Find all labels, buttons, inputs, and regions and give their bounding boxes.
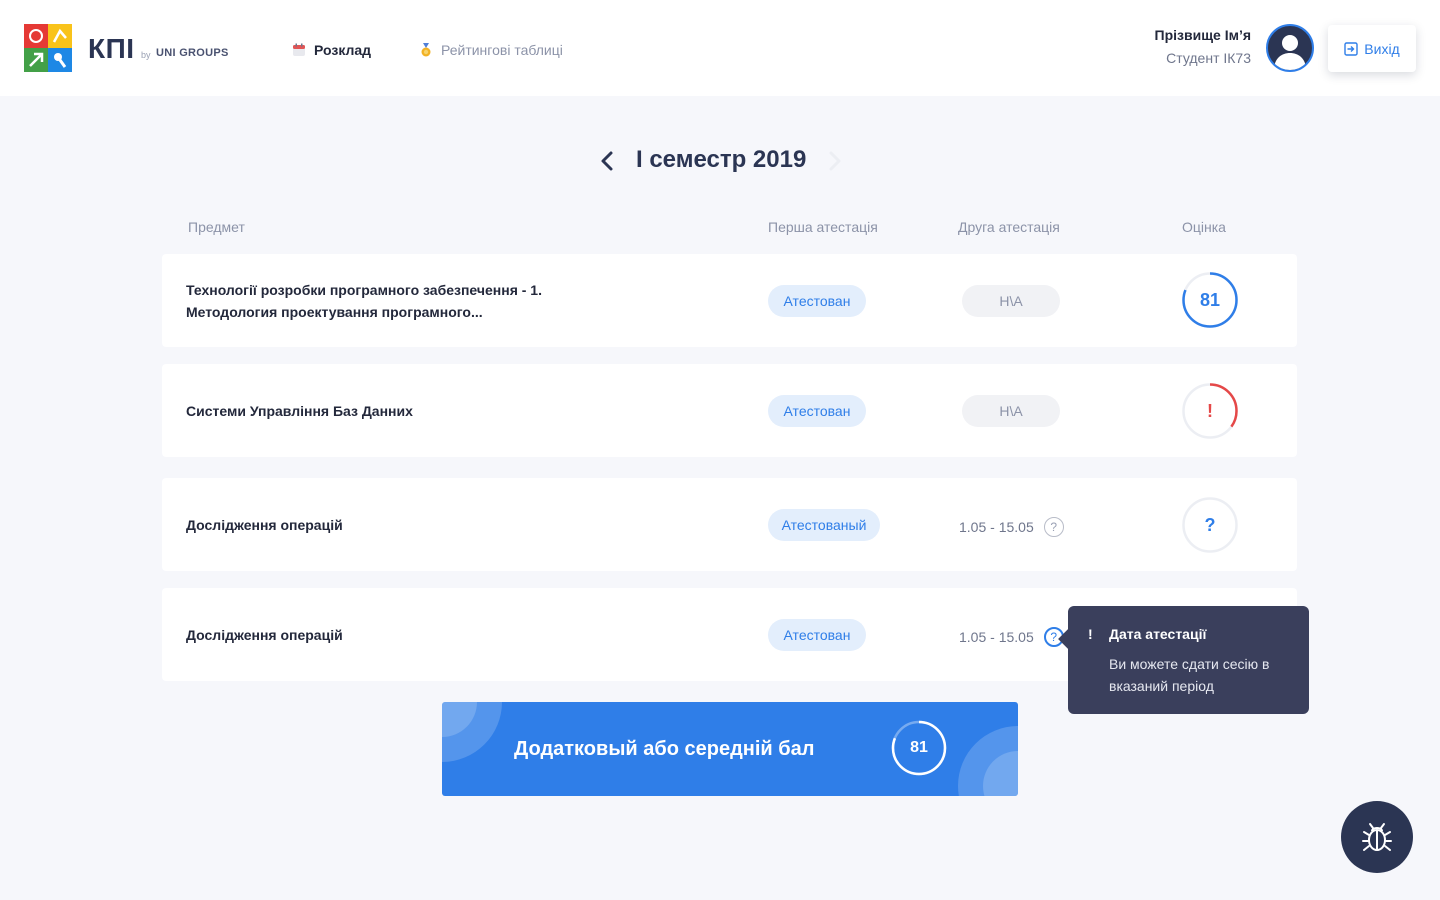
column-header-second-attestation: Друга атестація — [958, 219, 1060, 235]
attestation-date-tooltip: ! Дата атестації Ви можете сдати сесію в… — [1068, 606, 1309, 714]
logo-text: КПІ — [88, 33, 135, 64]
logout-button[interactable]: Вихід — [1328, 25, 1416, 72]
help-icon[interactable]: ? — [1043, 517, 1064, 537]
nav-rating-tables[interactable]: Рейтингові таблиці — [419, 42, 563, 58]
logo-by-text: by — [141, 50, 151, 60]
grade-warning-mark: ! — [1207, 400, 1213, 421]
first-attestation-badge: Атестованый — [768, 509, 880, 541]
first-attestation-badge: Атестован — [768, 619, 866, 651]
top-bar: КПІ by UNI GROUPS Розклад Рейтингові таб… — [0, 0, 1440, 96]
average-score-label: Додатковый або середній бал — [514, 738, 815, 760]
grade-circle[interactable]: ! — [1182, 383, 1238, 439]
grade-circle[interactable]: ? — [1182, 497, 1238, 553]
column-header-subject: Предмет — [188, 219, 245, 235]
nav-schedule-label: Розклад — [314, 42, 372, 58]
subject-name: Дослідження операцій — [186, 627, 343, 643]
period-dates: 1.05 - 15.05 — [959, 519, 1034, 535]
user-name: Прізвище Ім’я — [1154, 27, 1251, 43]
subject-name: Технології розробки програмного забезпеч… — [186, 279, 542, 323]
second-attestation-badge: Н\А — [962, 395, 1060, 427]
grade-circle[interactable]: 81 — [1182, 272, 1238, 328]
tooltip-title: Дата атестації — [1109, 626, 1207, 642]
first-attestation-badge: Атестован — [768, 285, 866, 317]
user-group: Студент ІК73 — [1166, 50, 1251, 66]
grade-value: 81 — [1199, 289, 1221, 310]
subject-name: Дослідження операцій — [186, 517, 343, 533]
logo-symbols-icon — [29, 28, 67, 68]
next-semester-chevron-icon[interactable] — [822, 146, 846, 176]
grade-unknown-mark: ? — [1204, 514, 1216, 535]
second-attestation-badge: Н\А — [962, 285, 1060, 317]
period-dates: 1.05 - 15.05 — [959, 629, 1034, 645]
second-attestation-period: 1.05 - 15.05 ? — [959, 627, 1064, 647]
average-score-banner: Додатковый або середній бал 81 — [442, 702, 1018, 796]
calendar-icon — [293, 43, 305, 56]
subject-name: Системи Управління Баз Данних — [186, 403, 413, 419]
tooltip-text: Ви можете сдати сесію в вказаний період — [1109, 656, 1270, 694]
avatar[interactable] — [1266, 24, 1314, 72]
tooltip-exclamation-icon: ! — [1088, 626, 1093, 642]
logout-icon — [1344, 41, 1358, 56]
subject-line: Методология проектування програмного... — [186, 304, 483, 320]
nav-schedule[interactable]: Розклад — [292, 42, 371, 58]
column-header-first-attestation: Перша атестація — [768, 219, 878, 235]
average-score-value: 81 — [910, 739, 928, 756]
logout-label: Вихід — [1364, 40, 1400, 57]
medal-icon — [421, 43, 431, 57]
bug-icon — [1362, 823, 1392, 851]
table-row[interactable]: Дослідження операцій Атестованый 1.05 - … — [162, 478, 1297, 571]
first-attestation-badge: Атестован — [768, 395, 866, 427]
logo-group-text: UNI GROUPS — [156, 47, 229, 59]
user-silhouette-icon — [1274, 35, 1306, 70]
table-row[interactable]: Технології розробки програмного забезпеч… — [162, 254, 1297, 347]
column-header-grade: Оцінка — [1182, 219, 1226, 235]
subject-line: Технології розробки програмного забезпеч… — [186, 282, 542, 298]
second-attestation-period: 1.05 - 15.05 ? — [959, 517, 1064, 537]
previous-semester-chevron-icon[interactable] — [596, 146, 620, 176]
average-score-circle: 81 — [891, 720, 947, 776]
table-row[interactable]: Системи Управління Баз Данних Атестован … — [162, 364, 1297, 457]
semester-title: І семестр 2019 — [636, 146, 807, 173]
report-bug-button[interactable] — [1341, 801, 1413, 873]
nav-rating-label: Рейтингові таблиці — [441, 42, 563, 58]
